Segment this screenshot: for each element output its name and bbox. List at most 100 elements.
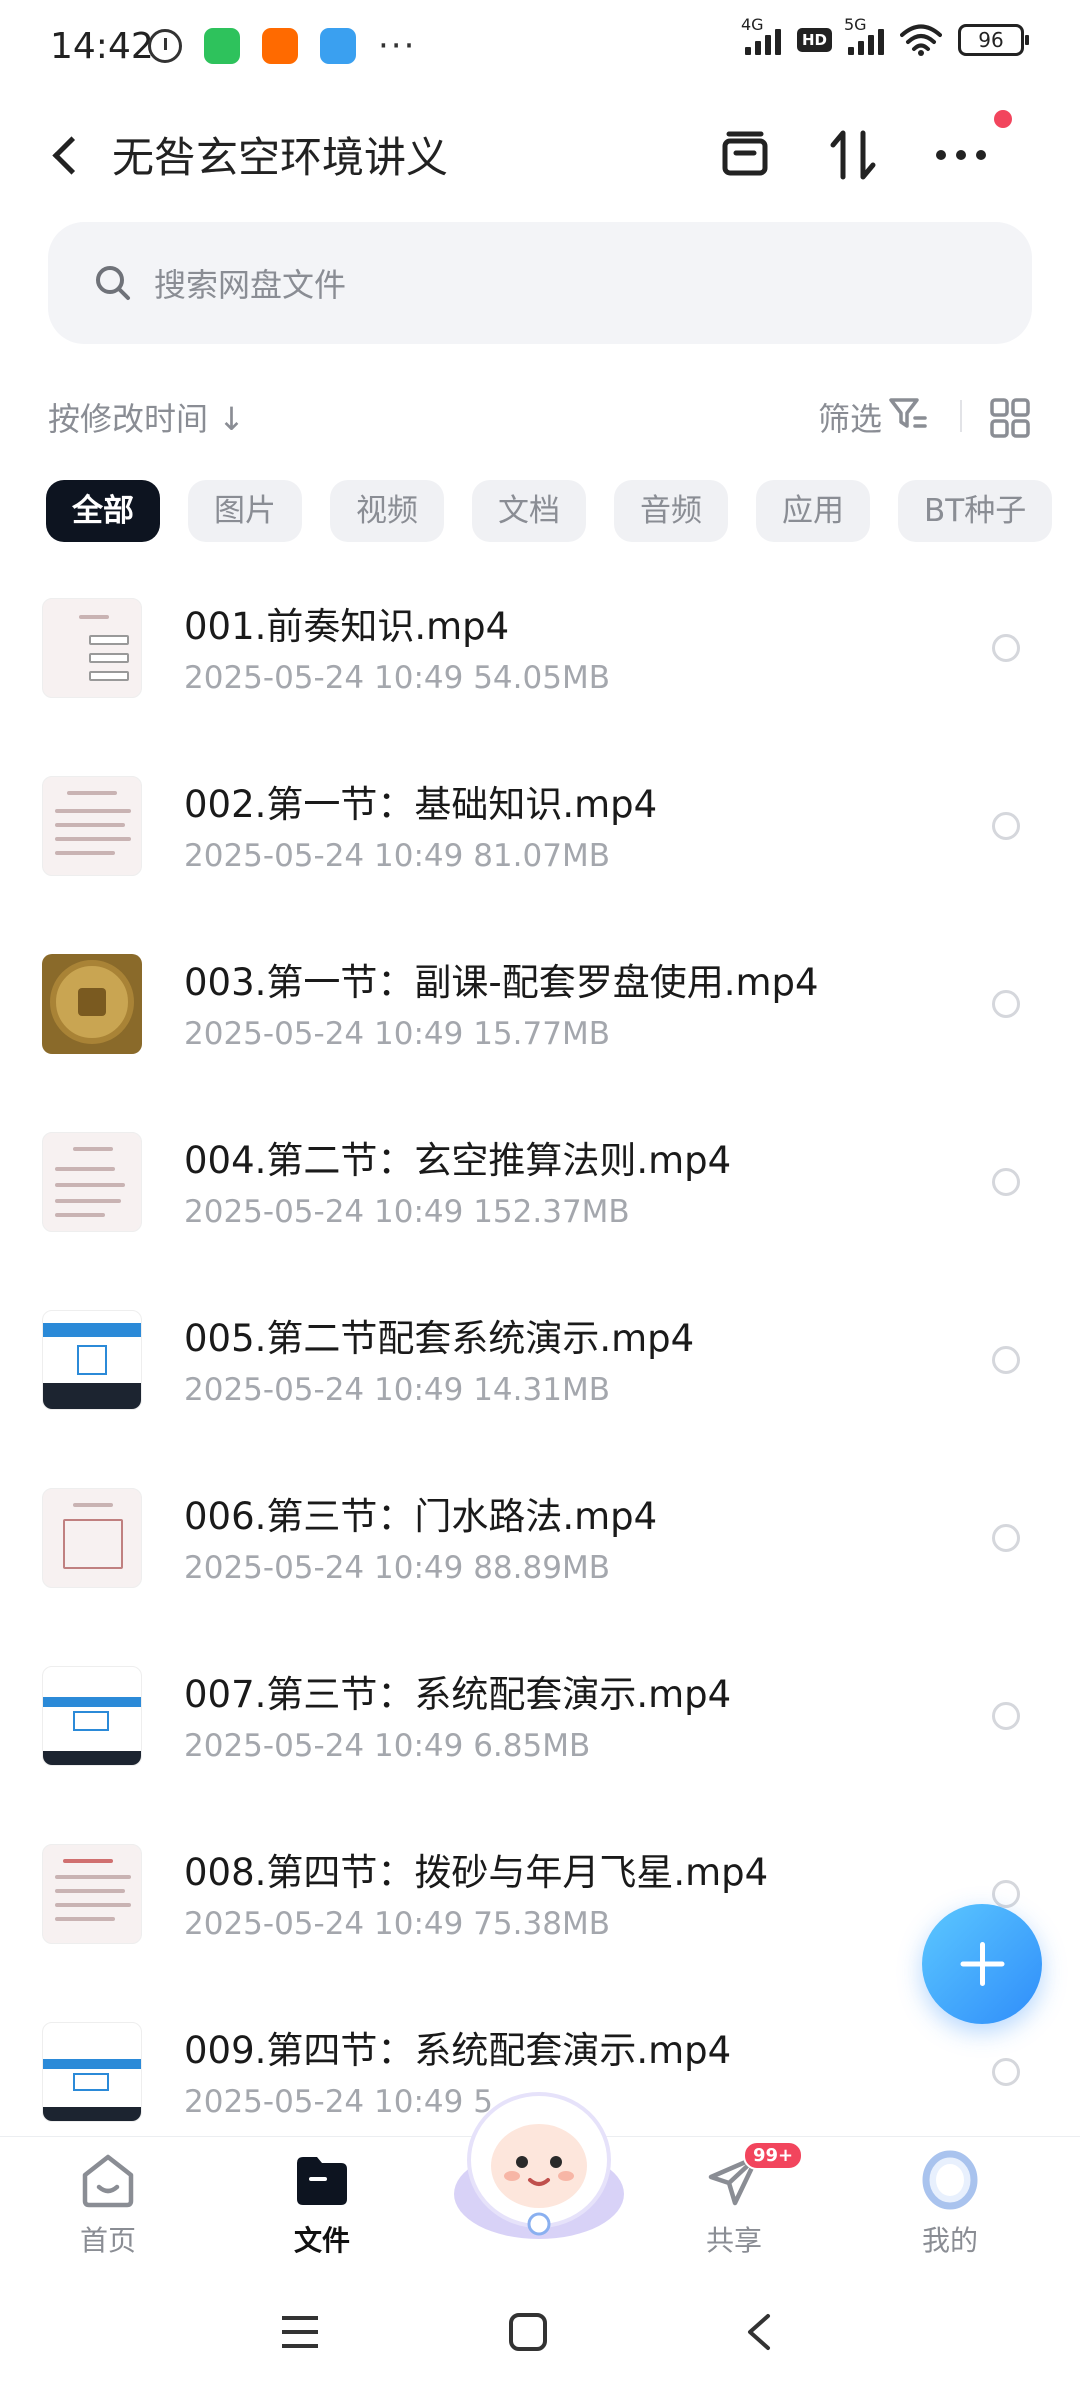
file-row[interactable]: 002.第一节：基础知识.mp4 2025-05-24 10:49 81.07M… bbox=[0, 736, 1080, 914]
file-name: 006.第三节：门水路法.mp4 bbox=[184, 1495, 658, 1538]
video-thumbnail bbox=[42, 598, 142, 698]
file-name: 007.第三节：系统配套演示.mp4 bbox=[184, 1673, 732, 1716]
more-icon bbox=[936, 150, 986, 160]
add-button[interactable] bbox=[922, 1904, 1042, 2024]
file-name: 005.第二节配套系统演示.mp4 bbox=[184, 1317, 695, 1360]
video-thumbnail bbox=[42, 776, 142, 876]
chip-documents[interactable]: 文档 bbox=[472, 480, 586, 542]
assistant-mascot-icon[interactable] bbox=[444, 2084, 634, 2244]
select-checkbox[interactable] bbox=[992, 812, 1020, 840]
select-checkbox[interactable] bbox=[992, 990, 1020, 1018]
grid-view-icon[interactable] bbox=[990, 398, 1030, 438]
filter-button[interactable]: 筛选 bbox=[818, 394, 882, 440]
sort-arrows-icon bbox=[830, 130, 876, 180]
battery-icon: 96 bbox=[958, 24, 1029, 56]
chip-all[interactable]: 全部 bbox=[46, 480, 160, 542]
file-row[interactable]: 003.第一节：副课-配套罗盘使用.mp4 2025-05-24 10:49 1… bbox=[0, 914, 1080, 1092]
nav-share[interactable]: 99+ 共享 bbox=[664, 2141, 804, 2259]
status-bar: 14:42 ··· 4G HD 5G 96 bbox=[0, 0, 1080, 96]
nav-home[interactable]: 首页 bbox=[38, 2149, 178, 2259]
select-checkbox[interactable] bbox=[992, 1346, 1020, 1374]
archive-icon bbox=[722, 131, 768, 176]
file-row[interactable]: 001.前奏知识.mp4 2025-05-24 10:49 54.05MB bbox=[0, 558, 1080, 736]
select-checkbox[interactable] bbox=[992, 1702, 1020, 1730]
file-row[interactable]: 006.第三节：门水路法.mp4 2025-05-24 10:49 88.89M… bbox=[0, 1448, 1080, 1626]
file-meta: 2025-05-24 10:49 6.85MB bbox=[184, 1728, 591, 1764]
file-list: 001.前奏知识.mp4 2025-05-24 10:49 54.05MB 00… bbox=[0, 558, 1080, 2160]
wifi-icon bbox=[900, 24, 942, 56]
video-thumbnail bbox=[42, 954, 142, 1054]
more-button[interactable] bbox=[928, 110, 1012, 188]
cloud-app-icon bbox=[320, 28, 356, 64]
back-button[interactable] bbox=[46, 130, 86, 180]
mi-app-icon bbox=[262, 28, 298, 64]
nav-home-label: 首页 bbox=[79, 2224, 136, 2257]
more-notifications-icon: ··· bbox=[378, 26, 417, 66]
file-name: 009.第四节：系统配套演示.mp4 bbox=[184, 2029, 732, 2072]
chip-apps[interactable]: 应用 bbox=[756, 480, 870, 542]
select-checkbox[interactable] bbox=[992, 1880, 1020, 1908]
filter-icon[interactable] bbox=[888, 396, 928, 432]
archive-button[interactable] bbox=[712, 122, 778, 188]
nav-files-label: 文件 bbox=[293, 2224, 350, 2257]
sort-by-modified-button[interactable]: 按修改时间 ↓ bbox=[48, 394, 245, 440]
file-row[interactable]: 008.第四节：拨砂与年月飞星.mp4 2025-05-24 10:49 75.… bbox=[0, 1804, 1080, 1982]
file-meta: 2025-05-24 10:49 81.07MB bbox=[184, 838, 610, 874]
notification-dot bbox=[994, 110, 1012, 128]
nav-files[interactable]: 文件 bbox=[252, 2149, 392, 2259]
signal-5g-icon: 5G bbox=[844, 15, 884, 55]
sort-row: 按修改时间 ↓ 筛选 bbox=[0, 380, 1080, 452]
file-row[interactable]: 007.第三节：系统配套演示.mp4 2025-05-24 10:49 6.85… bbox=[0, 1626, 1080, 1804]
select-checkbox[interactable] bbox=[992, 634, 1020, 662]
chip-bt-torrent[interactable]: BT种子 bbox=[898, 480, 1053, 542]
file-name: 004.第二节：玄空推算法则.mp4 bbox=[184, 1139, 732, 1182]
status-notification-icons: ··· bbox=[148, 28, 416, 64]
status-time: 14:42 bbox=[50, 26, 154, 67]
select-checkbox[interactable] bbox=[992, 2058, 1020, 2086]
system-nav-bar bbox=[0, 2272, 1080, 2400]
page-title: 无咎玄空环境讲义 bbox=[112, 133, 449, 182]
file-name: 008.第四节：拨砂与年月飞星.mp4 bbox=[184, 1851, 769, 1894]
search-icon bbox=[96, 266, 130, 300]
video-thumbnail bbox=[42, 1310, 142, 1410]
file-row[interactable]: 005.第二节配套系统演示.mp4 2025-05-24 10:49 14.31… bbox=[0, 1270, 1080, 1448]
category-chips: 全部 图片 视频 文档 音频 应用 BT种子 bbox=[46, 480, 1053, 542]
file-meta: 2025-05-24 10:49 15.77MB bbox=[184, 1016, 610, 1052]
select-checkbox[interactable] bbox=[992, 1168, 1020, 1196]
alarm-icon bbox=[148, 29, 182, 63]
file-meta: 2025-05-24 10:49 54.05MB bbox=[184, 660, 610, 696]
file-name: 003.第一节：副课-配套罗盘使用.mp4 bbox=[184, 961, 819, 1004]
nav-me-label: 我的 bbox=[921, 2224, 978, 2257]
nav-share-label: 共享 bbox=[705, 2224, 762, 2257]
sort-transfer-button[interactable] bbox=[820, 122, 886, 188]
file-meta: 2025-05-24 10:49 14.31MB bbox=[184, 1372, 610, 1408]
chip-videos[interactable]: 视频 bbox=[330, 480, 444, 542]
file-name: 002.第一节：基础知识.mp4 bbox=[184, 783, 658, 826]
video-thumbnail bbox=[42, 1844, 142, 1944]
chip-images[interactable]: 图片 bbox=[188, 480, 302, 542]
video-thumbnail bbox=[42, 1488, 142, 1588]
divider bbox=[960, 400, 962, 432]
file-meta: 2025-05-24 10:49 88.89MB bbox=[184, 1550, 610, 1586]
recents-menu-icon[interactable] bbox=[280, 2314, 320, 2350]
status-system-icons: 4G HD 5G 96 bbox=[741, 15, 1029, 56]
hd-icon: HD bbox=[796, 28, 832, 52]
file-meta: 2025-05-24 10:49 75.38MB bbox=[184, 1906, 610, 1942]
back-arrow-icon[interactable] bbox=[744, 2312, 774, 2352]
video-thumbnail bbox=[42, 1132, 142, 1232]
search-placeholder: 搜索网盘文件 bbox=[154, 266, 347, 304]
search-input[interactable]: 搜索网盘文件 bbox=[48, 222, 1032, 344]
nav-me[interactable]: 我的 bbox=[880, 2149, 1020, 2259]
select-checkbox[interactable] bbox=[992, 1524, 1020, 1552]
home-icon bbox=[77, 2149, 139, 2211]
share-send-icon: 99+ bbox=[703, 2141, 804, 2211]
wechat-icon bbox=[204, 28, 240, 64]
chip-audio[interactable]: 音频 bbox=[614, 480, 728, 542]
video-thumbnail bbox=[42, 1666, 142, 1766]
video-thumbnail bbox=[42, 2022, 142, 2122]
file-row[interactable]: 004.第二节：玄空推算法则.mp4 2025-05-24 10:49 152.… bbox=[0, 1092, 1080, 1270]
share-badge: 99+ bbox=[743, 2141, 804, 2170]
home-square-icon[interactable] bbox=[508, 2312, 548, 2352]
signal-4g-icon: 4G bbox=[741, 15, 781, 55]
file-name: 001.前奏知识.mp4 bbox=[184, 605, 510, 648]
